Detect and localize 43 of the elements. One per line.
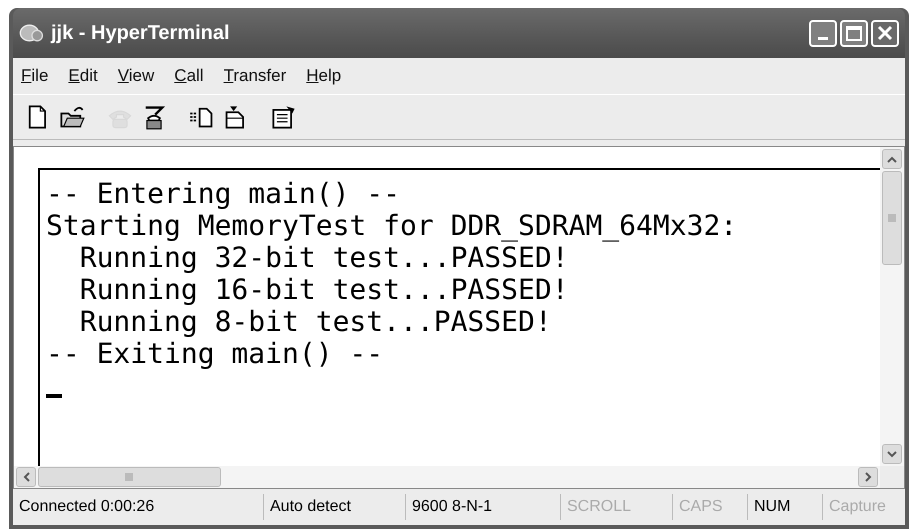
status-text: Connected 0:00:26 [18, 497, 156, 517]
properties-icon [271, 104, 297, 130]
menu-item[interactable]: Edit [62, 63, 104, 89]
status-text: 9600 8-N-1 [405, 494, 560, 520]
open-folder-icon [59, 104, 85, 130]
menu-item[interactable]: Call [168, 63, 210, 89]
status-text: Auto detect [263, 494, 405, 520]
status-text: SCROLL [560, 494, 672, 520]
maximize-icon [846, 26, 862, 40]
text-cursor [46, 394, 62, 398]
close-button[interactable] [871, 20, 899, 46]
menu-item[interactable]: File [15, 63, 54, 89]
chevron-left-icon [22, 472, 30, 482]
maximize-button[interactable] [840, 20, 868, 46]
scrollbar-thumb[interactable] [38, 467, 221, 487]
terminal-line: -- Exiting main() -- [46, 338, 384, 370]
vertical-scrollbar[interactable] [880, 147, 904, 466]
menu-item[interactable]: View [112, 63, 160, 89]
close-icon [877, 25, 893, 41]
chevron-up-icon [887, 156, 897, 162]
scroll-right-button[interactable] [858, 467, 878, 487]
status-text: Capture [822, 494, 905, 520]
terminal-line: Starting MemoryTest for DDR_SDRAM_64Mx32: [46, 210, 738, 242]
scrollbar-thumb[interactable] [882, 171, 902, 265]
grip-icon [125, 473, 134, 481]
chevron-right-icon [864, 472, 872, 482]
terminal-line: Running 32-bit test...PASSED! [78, 242, 569, 274]
menu-item[interactable]: Help [300, 63, 348, 89]
horizontal-scrollbar[interactable] [14, 466, 880, 488]
terminal-line: Running 16-bit test...PASSED! [78, 274, 569, 306]
chevron-down-icon [887, 450, 897, 458]
grip-icon [888, 214, 896, 222]
terminal-line: -- Entering main() -- [46, 178, 400, 210]
scroll-up-button[interactable] [882, 149, 902, 169]
terminal-line: Running 8-bit test...PASSED! [78, 306, 552, 338]
menu-item[interactable]: Transfer [218, 63, 292, 89]
status-text: CAPS [672, 494, 747, 520]
window-title: jjk - HyperTerminal [51, 21, 230, 46]
status-text: NUM [747, 494, 822, 520]
minimize-button[interactable] [809, 20, 837, 46]
scroll-down-button[interactable] [882, 444, 902, 464]
scroll-left-button[interactable] [16, 467, 36, 487]
minimize-icon [818, 36, 828, 40]
